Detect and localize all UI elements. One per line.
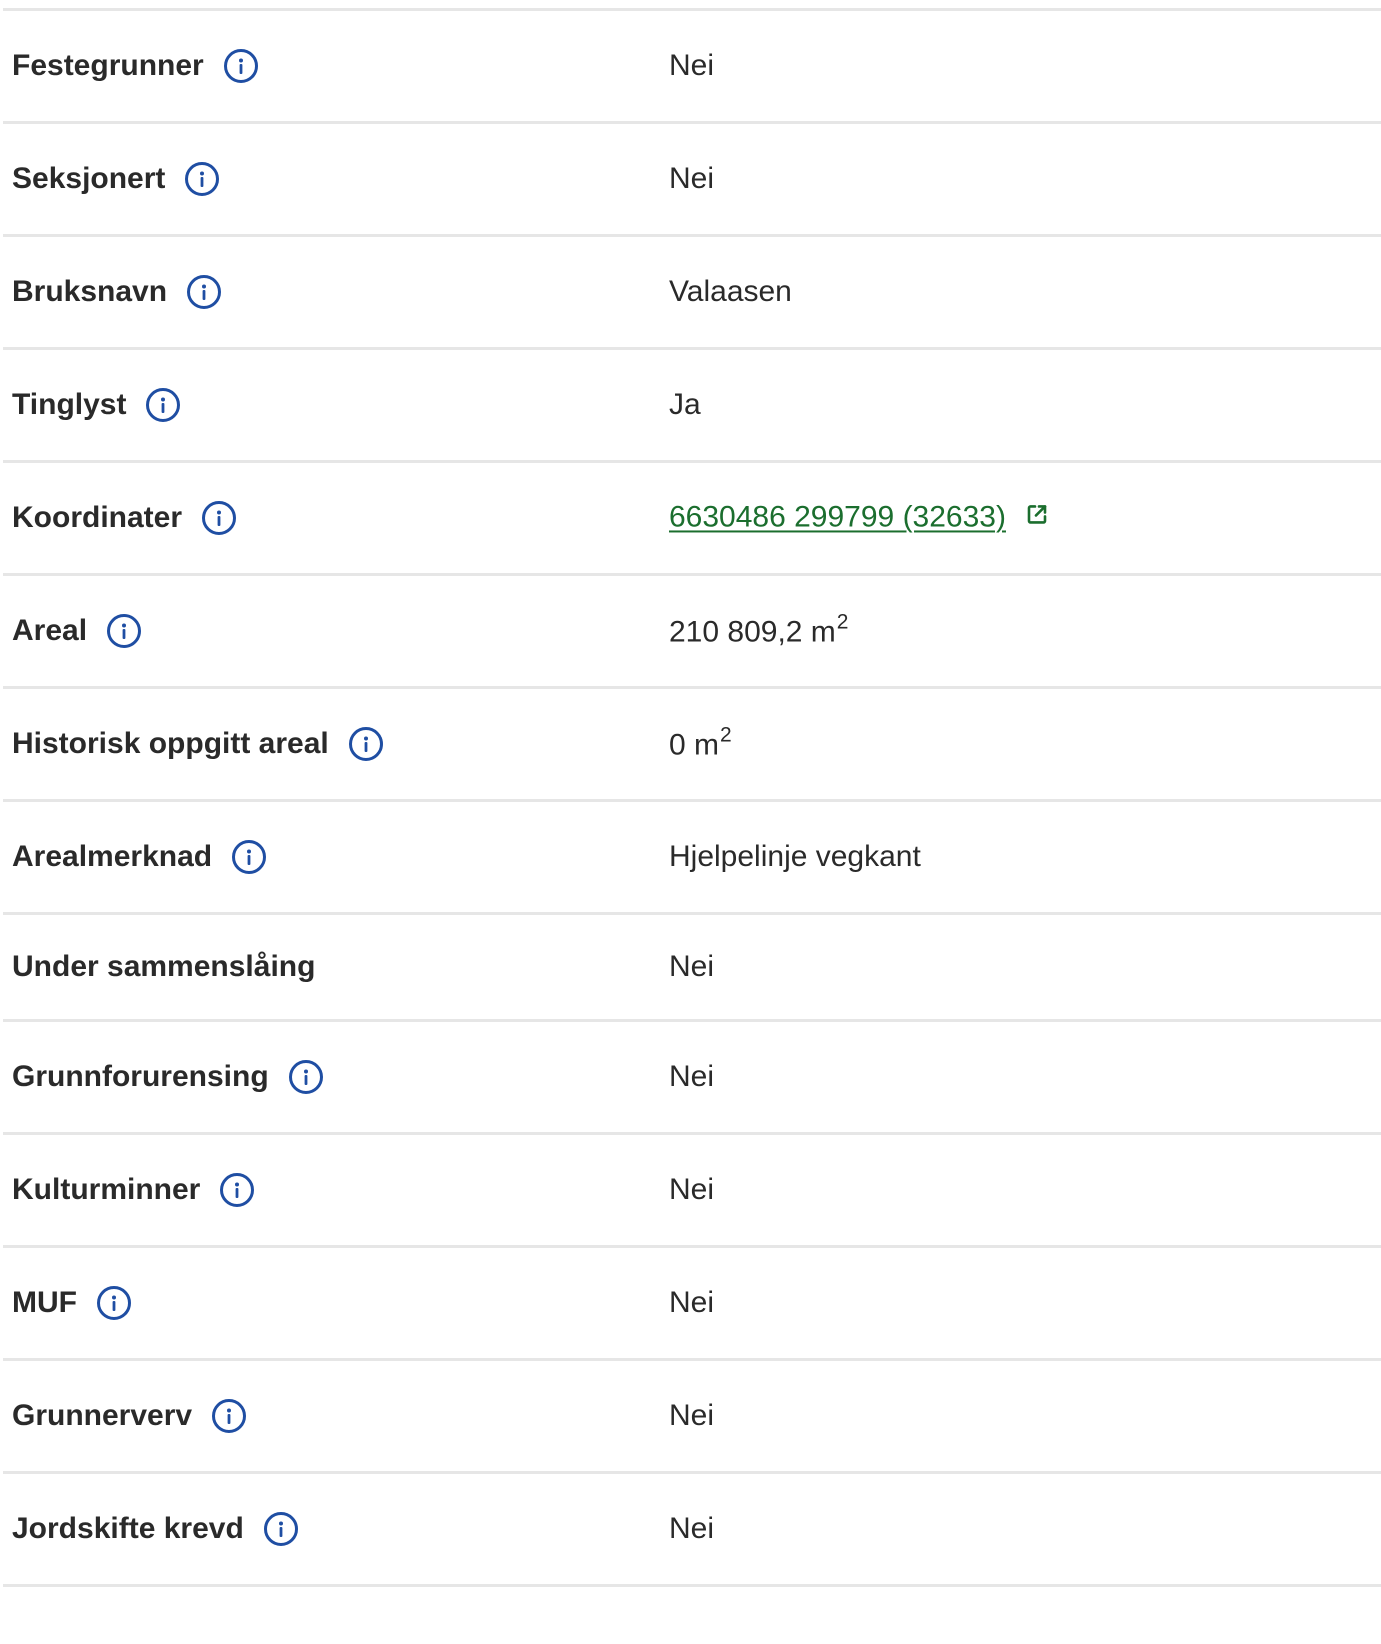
row-label: Tinglyst [12,388,181,422]
row-value: Ja [669,388,701,421]
row-under-sammenslaaing: Under sammenslåing Nei [3,915,1381,1022]
label-text: MUF [12,1286,77,1319]
area-value: 210 809,2 m [669,615,836,649]
label-text: Arealmerknad [12,840,213,873]
row-festegrunner: Festegrunner Nei [3,11,1381,124]
info-icon[interactable] [185,162,220,196]
row-bruksnavn: Bruksnavn Valaasen [3,237,1381,350]
info-icon[interactable] [202,501,237,535]
row-tinglyst: Tinglyst Ja [3,350,1381,463]
row-value: Nei [669,1173,715,1206]
row-label: Festegrunner [12,49,258,83]
label-text: Under sammenslåing [12,950,316,983]
coordinates-link[interactable]: 6630486 299799 (32633) [669,500,1006,533]
info-icon[interactable] [212,1399,247,1433]
row-kulturminner: Kulturminner Nei [3,1135,1381,1248]
area-value: 0 m [669,728,720,762]
label-text: Jordskifte krevd [12,1512,244,1545]
row-grunnforurensing: Grunnforurensing Nei [3,1022,1381,1135]
label-text: Grunnforurensing [12,1060,269,1093]
info-icon[interactable] [263,1512,298,1546]
row-value: Nei [669,49,715,82]
row-seksjonert: Seksjonert Nei [3,124,1381,237]
row-label: Grunnerverv [12,1399,247,1433]
label-text: Koordinater [12,501,183,534]
label-text: Bruksnavn [12,275,168,308]
info-icon[interactable] [107,614,142,648]
row-label: Bruksnavn [12,275,222,309]
row-value: Nei [669,162,715,195]
row-muf: MUF Nei [3,1248,1381,1361]
info-icon[interactable] [146,388,181,422]
row-value: Nei [669,1286,715,1319]
info-icon[interactable] [187,275,222,309]
label-text: Historisk oppgitt areal [12,727,329,760]
row-label: Kulturminner [12,1173,255,1207]
property-details-list: Festegrunner Nei Seksjonert Nei Bruksnav… [3,8,1381,1587]
label-text: Areal [12,614,88,647]
row-koordinater: Koordinater 6630486 299799 (32633) [3,463,1381,576]
info-icon[interactable] [348,727,383,761]
row-arealmerknad: Arealmerknad Hjelpelinje vegkant [3,802,1381,915]
row-label: Areal [12,614,142,648]
row-label: Under sammenslåing [12,950,315,984]
row-label: Koordinater [12,501,237,535]
info-icon[interactable] [288,1060,323,1094]
row-value: Nei [669,1512,715,1545]
row-label: Seksjonert [12,162,220,196]
info-icon[interactable] [232,840,267,874]
unit-exponent: 2 [836,610,849,634]
label-text: Grunnerverv [12,1399,193,1432]
label-text: Seksjonert [12,162,166,195]
row-historisk-oppgitt-areal: Historisk oppgitt areal 0 m2 [3,689,1381,802]
row-label: Jordskifte krevd [12,1512,298,1546]
row-label: Arealmerknad [12,840,267,874]
row-value: Nei [669,1060,715,1093]
unit-exponent: 2 [720,723,732,747]
info-icon[interactable] [220,1173,255,1207]
row-label: Grunnforurensing [12,1060,323,1094]
row-areal: Areal 210 809,2 m2 [3,576,1381,689]
info-icon[interactable] [223,49,258,83]
row-value: Nei [669,950,715,983]
row-grunnerverv: Grunnerverv Nei [3,1361,1381,1474]
row-value: Nei [669,1399,715,1432]
row-value: 0 m2 [669,723,732,763]
row-label: Historisk oppgitt areal [12,727,383,761]
row-value: 210 809,2 m2 [669,610,849,650]
info-icon[interactable] [96,1286,131,1320]
label-text: Kulturminner [12,1173,201,1206]
external-link-icon[interactable] [1026,500,1048,534]
row-value: Hjelpelinje vegkant [669,840,921,873]
row-value: Valaasen [669,275,792,308]
label-text: Festegrunner [12,49,204,82]
row-value: 6630486 299799 (32633) [669,500,1048,535]
row-jordskifte-krevd: Jordskifte krevd Nei [3,1474,1381,1587]
row-label: MUF [12,1286,131,1320]
label-text: Tinglyst [12,388,127,421]
